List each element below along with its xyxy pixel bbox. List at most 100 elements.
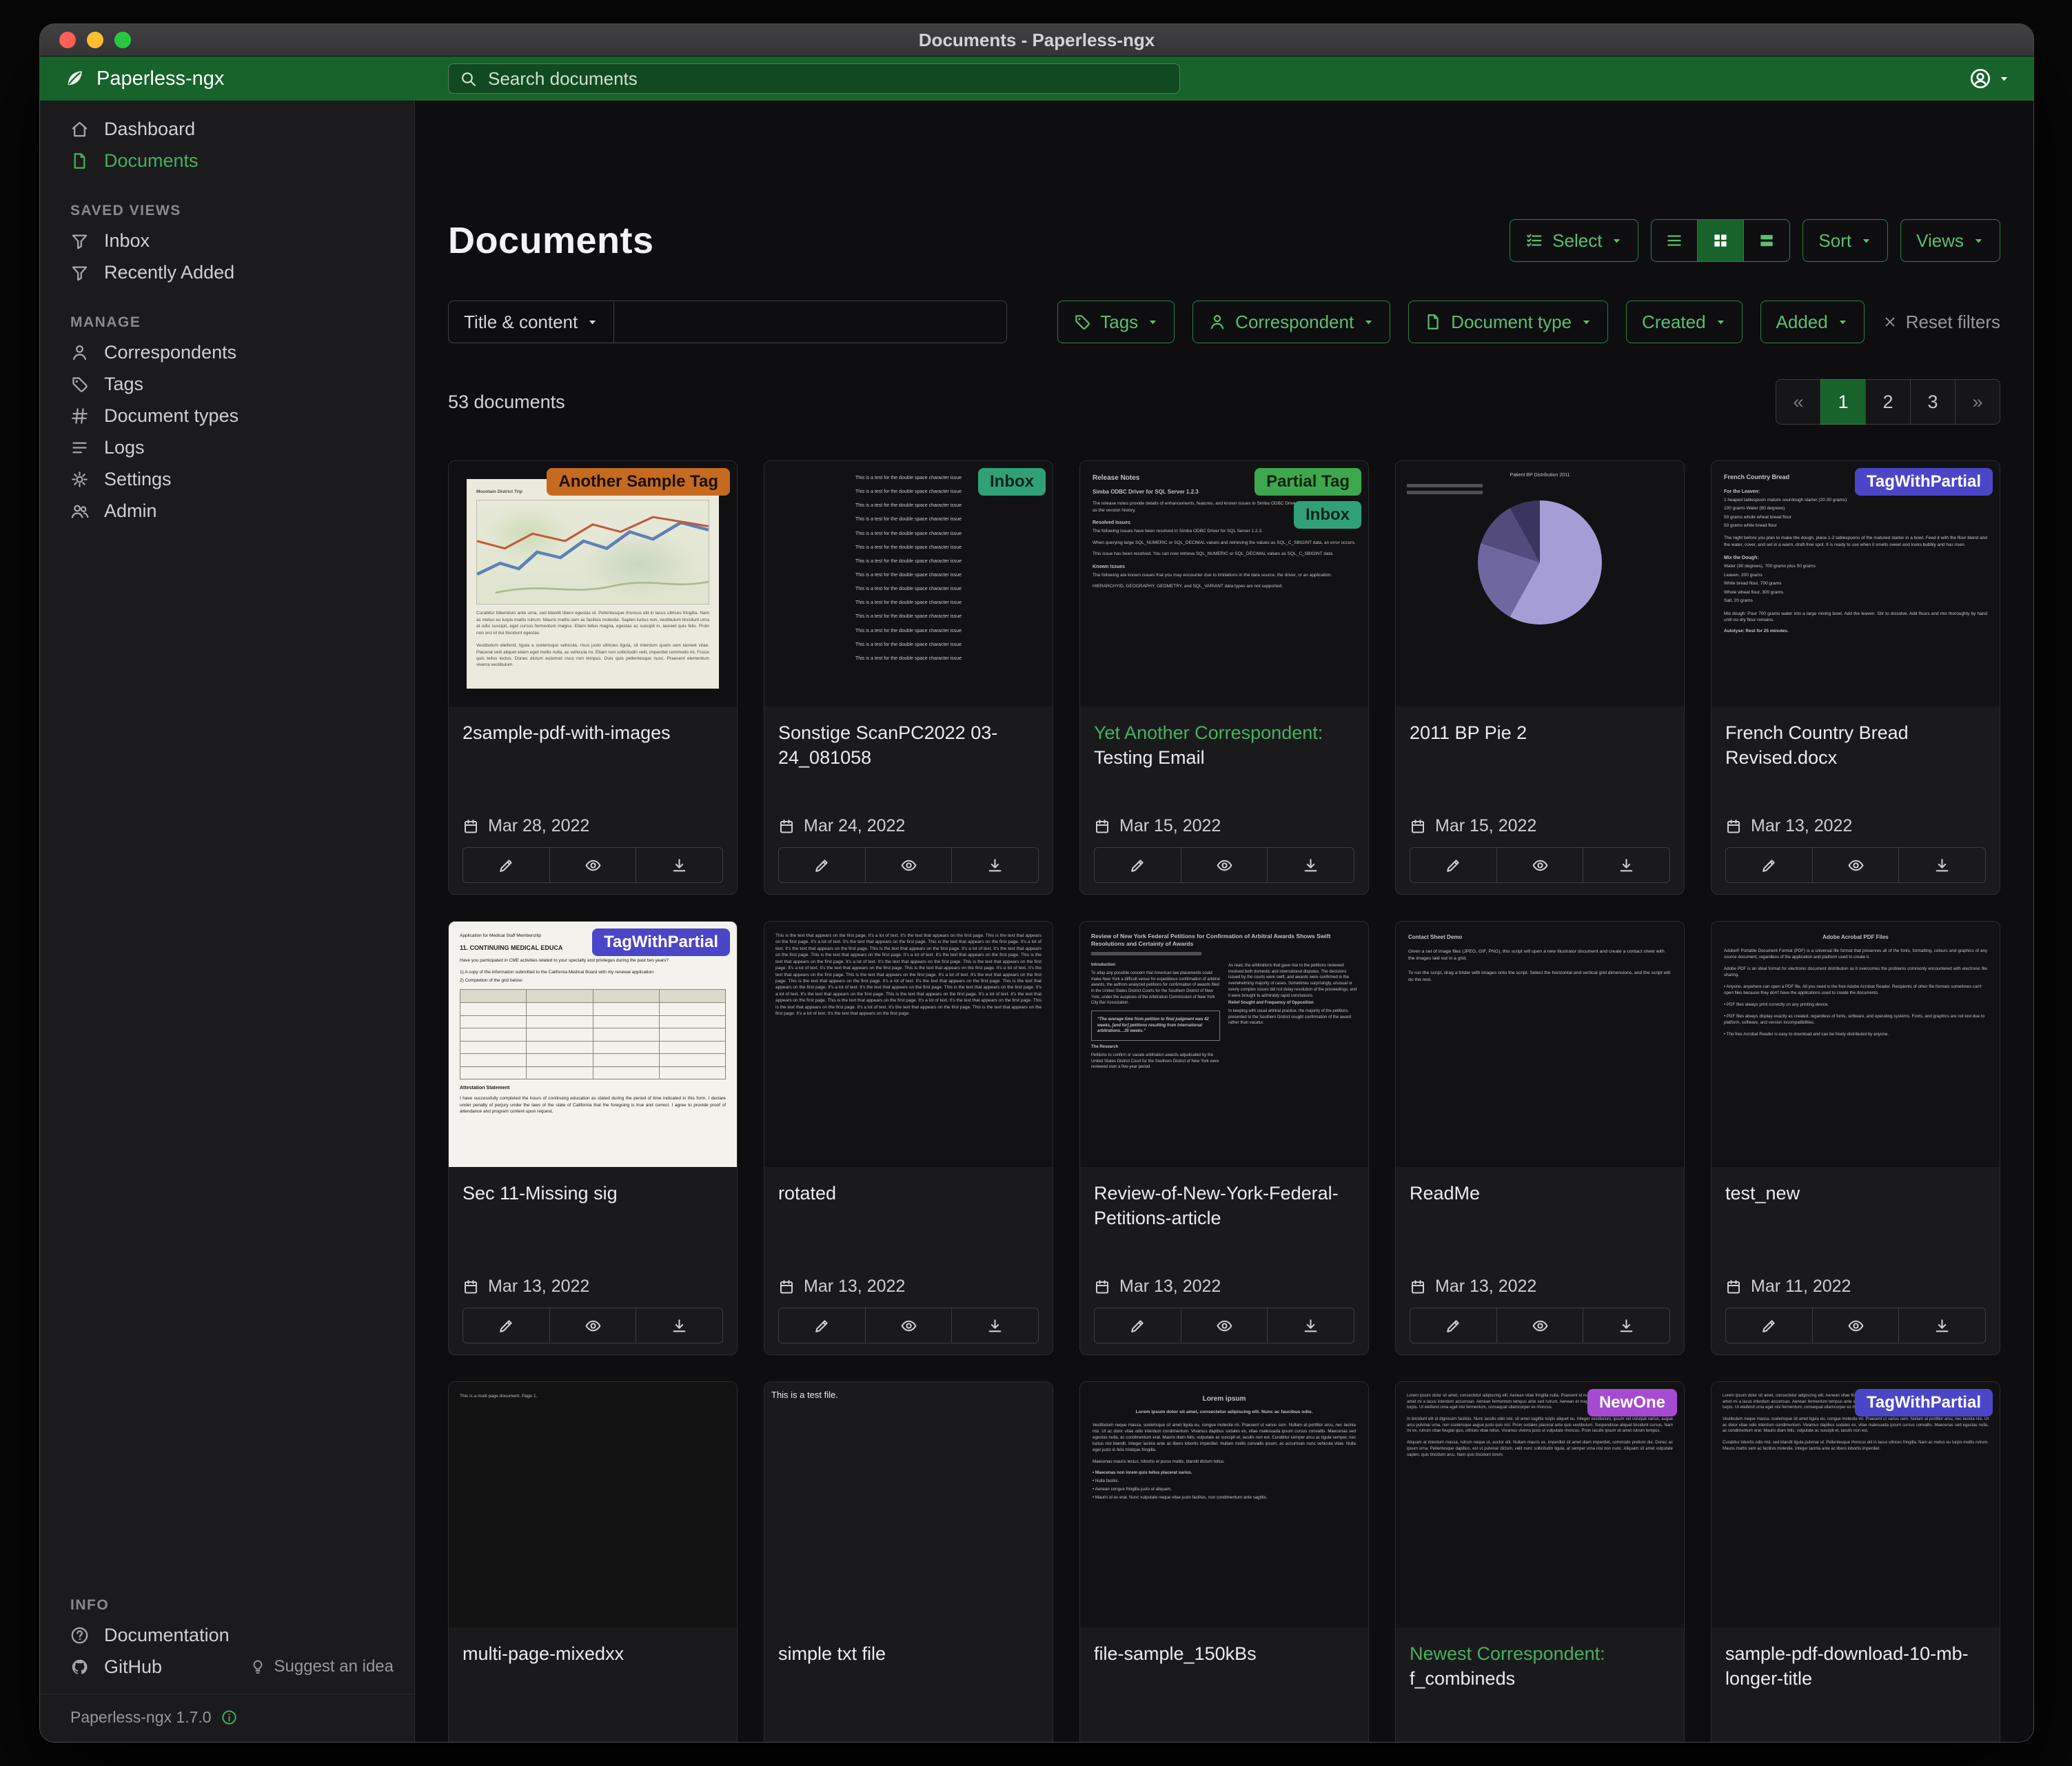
tag-badge[interactable]: Inbox	[1294, 501, 1361, 529]
document-title[interactable]: 2sample-pdf-with-images	[463, 720, 723, 774]
select-dropdown[interactable]: Select	[1510, 219, 1638, 262]
view-button[interactable]	[1496, 1308, 1584, 1343]
pagination-prev[interactable]: «	[1776, 379, 1821, 425]
tag-badge[interactable]: TagWithPartial	[1855, 468, 1993, 496]
document-card[interactable]: Patient BP Distribution 2011 2011 BP Pie…	[1395, 460, 1685, 895]
view-button[interactable]	[1181, 847, 1268, 883]
reset-filters-button[interactable]: Reset filters	[1882, 312, 2000, 333]
edit-button[interactable]	[1410, 1308, 1497, 1343]
document-title[interactable]: Yet Another Correspondent: Testing Email	[1094, 720, 1354, 774]
document-card[interactable]: Lorem ipsumLorem ipsum dolor sit amet, c…	[1079, 1381, 1369, 1742]
document-title[interactable]: Sec 11-Missing sig	[463, 1181, 723, 1235]
download-button[interactable]	[1267, 1308, 1354, 1343]
document-card[interactable]: Adobe Acrobat PDF FilesAdobe® Portable D…	[1711, 921, 2000, 1355]
edit-button[interactable]	[463, 847, 550, 883]
document-title[interactable]: Newest Correspondent: f_combineds	[1410, 1641, 1670, 1695]
sidebar-item-documents[interactable]: Documents	[40, 145, 414, 176]
document-thumbnail[interactable]: Adobe Acrobat PDF FilesAdobe® Portable D…	[1712, 922, 2000, 1167]
tag-badge[interactable]: Inbox	[978, 468, 1046, 496]
tag-badge[interactable]: TagWithPartial	[592, 928, 730, 956]
document-thumbnail[interactable]: Lorem ipsum dolor sit amet, consectetur …	[1712, 1382, 2000, 1627]
filter-text-input[interactable]	[614, 301, 1007, 343]
document-thumbnail[interactable]: Mountain District TripCurabitur bibendum…	[449, 461, 737, 707]
document-title[interactable]: test_new	[1725, 1181, 1986, 1235]
view-button[interactable]	[1496, 847, 1584, 883]
sidebar-item-documentation[interactable]: Documentation	[40, 1619, 414, 1651]
views-dropdown[interactable]: Views	[1900, 219, 2000, 262]
correspondent-filter-dropdown[interactable]: Correspondent	[1192, 301, 1390, 343]
document-title[interactable]: 2011 BP Pie 2	[1410, 720, 1670, 774]
document-title[interactable]: simple txt file	[778, 1641, 1039, 1695]
search-input[interactable]	[487, 68, 1168, 90]
document-title[interactable]: Review-of-New-York-Federal-Petitions-art…	[1094, 1181, 1354, 1235]
view-grid-button[interactable]	[1697, 219, 1744, 262]
document-thumbnail[interactable]: Release NotesSimba ODBC Driver for SQL S…	[1080, 461, 1368, 707]
document-title[interactable]: sample-pdf-download-10-mb-longer-title	[1725, 1641, 1986, 1695]
created-filter-dropdown[interactable]: Created	[1626, 301, 1743, 343]
document-correspondent[interactable]: Yet Another Correspondent:	[1094, 722, 1323, 743]
document-thumbnail[interactable]: This is a multi page document. Page 1.	[449, 1382, 737, 1627]
view-detail-button[interactable]	[1743, 219, 1790, 262]
sidebar-item-settings[interactable]: Settings	[40, 463, 414, 495]
sidebar-item-inbox[interactable]: Inbox	[40, 225, 414, 256]
sidebar-item-correspondents[interactable]: Correspondents	[40, 336, 414, 368]
document-card[interactable]: This is a test file. simple txt file	[764, 1381, 1053, 1742]
download-button[interactable]	[1583, 847, 1670, 883]
zoom-button[interactable]	[114, 32, 131, 48]
download-button[interactable]	[636, 1308, 723, 1343]
document-thumbnail[interactable]: Patient BP Distribution 2011	[1396, 461, 1684, 707]
close-button[interactable]	[59, 32, 76, 48]
document-card[interactable]: Contact Sheet DemoGiven a set of image f…	[1395, 921, 1685, 1355]
document-thumbnail[interactable]: This is the text that appears on the fir…	[764, 922, 1053, 1167]
document-correspondent[interactable]: Newest Correspondent:	[1410, 1643, 1605, 1664]
document-card[interactable]: Mountain District TripCurabitur bibendum…	[448, 460, 738, 895]
document-card[interactable]: Release NotesSimba ODBC Driver for SQL S…	[1079, 460, 1369, 895]
download-button[interactable]	[951, 1308, 1039, 1343]
document-title[interactable]: file-sample_150kBs	[1094, 1641, 1354, 1695]
document-thumbnail[interactable]: Lorem ipsum dolor sit amet, consectetur …	[1396, 1382, 1684, 1627]
document-card[interactable]: Lorem ipsum dolor sit amet, consectetur …	[1395, 1381, 1685, 1742]
download-button[interactable]	[1583, 1308, 1670, 1343]
document-thumbnail[interactable]: This is a test file.	[764, 1382, 1053, 1627]
document-card[interactable]: Lorem ipsum dolor sit amet, consectetur …	[1711, 1381, 2000, 1742]
document-thumbnail[interactable]: French Country BreadFor the Leaven:1 hea…	[1712, 461, 2000, 707]
sidebar-item-dashboard[interactable]: Dashboard	[40, 113, 414, 145]
view-button[interactable]	[865, 847, 953, 883]
sidebar-item-recently-added[interactable]: Recently Added	[40, 256, 414, 288]
download-button[interactable]	[1267, 847, 1354, 883]
minimize-button[interactable]	[87, 32, 103, 48]
pagination-page-2[interactable]: 2	[1865, 379, 1911, 425]
tag-badge[interactable]: Partial Tag	[1255, 468, 1361, 496]
tag-badge[interactable]: TagWithPartial	[1855, 1389, 1993, 1417]
download-button[interactable]	[636, 847, 723, 883]
pagination-page-1[interactable]: 1	[1820, 379, 1866, 425]
download-button[interactable]	[1898, 1308, 1986, 1343]
sidebar-item-tags[interactable]: Tags	[40, 368, 414, 400]
sidebar-item-admin[interactable]: Admin	[40, 495, 414, 527]
edit-button[interactable]	[778, 847, 866, 883]
tag-badge[interactable]: Another Sample Tag	[547, 468, 730, 496]
edit-button[interactable]	[1094, 1308, 1181, 1343]
pagination-next[interactable]: »	[1955, 379, 2000, 425]
document-card[interactable]: This is the text that appears on the fir…	[764, 921, 1053, 1355]
title-content-dropdown[interactable]: Title & content	[448, 301, 614, 343]
document-card[interactable]: This is a multi page document. Page 1. m…	[448, 1381, 738, 1742]
info-icon[interactable]	[221, 1709, 237, 1725]
tag-badge[interactable]: NewOne	[1587, 1389, 1677, 1417]
view-button[interactable]	[865, 1308, 953, 1343]
edit-button[interactable]	[778, 1308, 866, 1343]
sort-dropdown[interactable]: Sort	[1802, 219, 1888, 262]
pagination-page-3[interactable]: 3	[1910, 379, 1956, 425]
user-menu[interactable]	[1969, 68, 2033, 90]
document-thumbnail[interactable]: Contact Sheet DemoGiven a set of image f…	[1396, 922, 1684, 1167]
edit-button[interactable]	[1725, 847, 1813, 883]
document-card[interactable]: This is a test for the double space char…	[764, 460, 1053, 895]
document-thumbnail[interactable]: Application for Medical Staff Membership…	[449, 922, 737, 1167]
document-title[interactable]: French Country Bread Revised.docx	[1725, 720, 1986, 774]
sidebar-item-logs[interactable]: Logs	[40, 432, 414, 463]
edit-button[interactable]	[1094, 847, 1181, 883]
edit-button[interactable]	[1410, 847, 1497, 883]
document-card[interactable]: Review of New York Federal Petitions for…	[1079, 921, 1369, 1355]
document-thumbnail[interactable]: Review of New York Federal Petitions for…	[1080, 922, 1368, 1167]
edit-button[interactable]	[463, 1308, 550, 1343]
